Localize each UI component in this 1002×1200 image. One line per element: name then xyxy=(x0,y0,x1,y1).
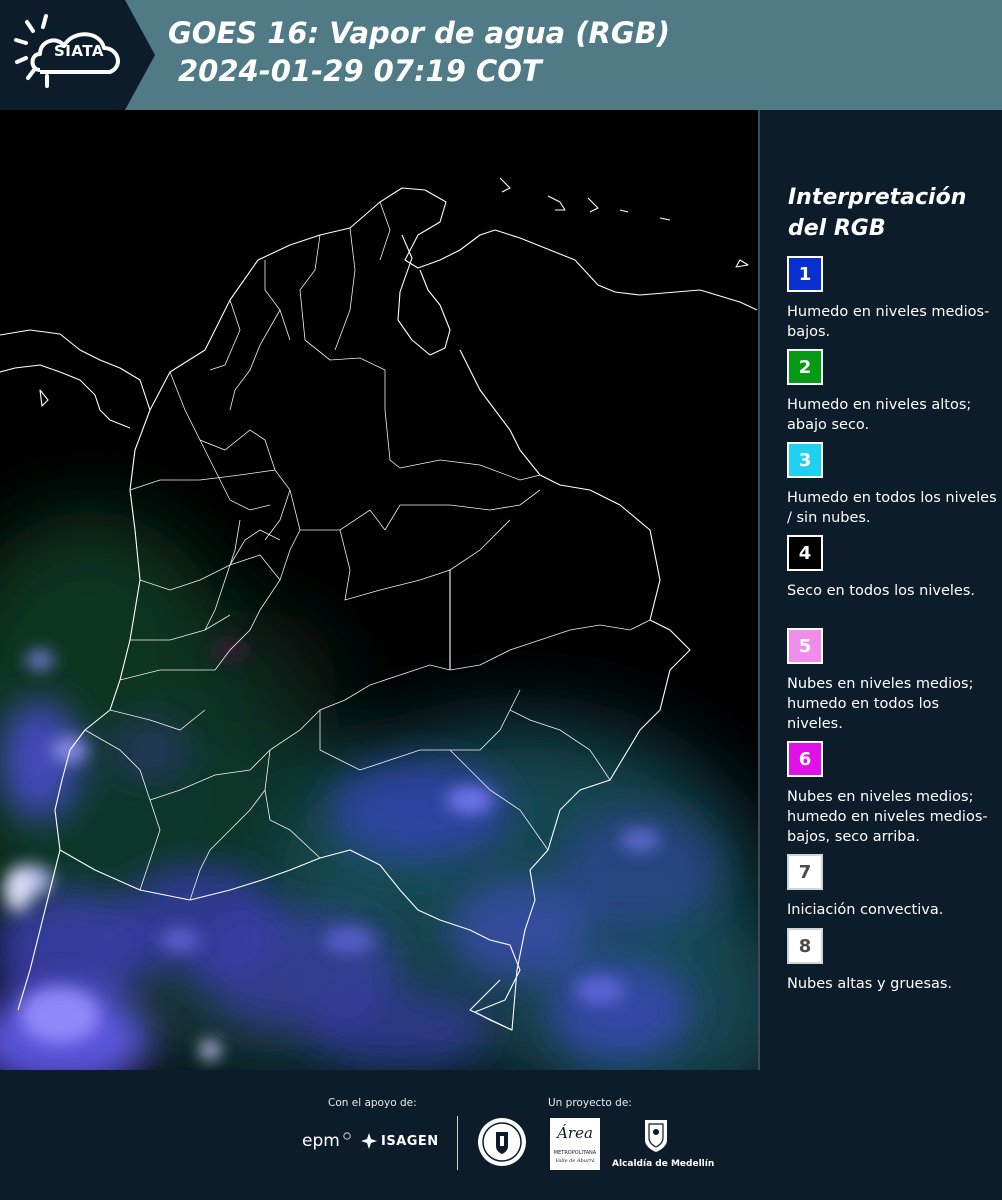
registered-mark-icon xyxy=(343,1132,351,1140)
legend-description: Humedo en todos los niveles / sin nubes. xyxy=(787,490,997,526)
epm-logo: epm xyxy=(302,1131,340,1151)
antioquia-seal-icon xyxy=(478,1118,526,1166)
legend-title: Interpretación del RGB xyxy=(788,185,967,241)
isagen-symbol-icon xyxy=(361,1133,377,1149)
header-bar: SIATA GOES 16: Vapor de agua (RGB) 2024-… xyxy=(0,0,1002,110)
legend-swatch: 4 xyxy=(787,535,823,571)
legend-swatch: 2 xyxy=(787,349,823,385)
legend-item-6: 6 Nubes en niveles medios; humedo en niv… xyxy=(787,741,997,847)
footer-divider xyxy=(457,1116,458,1170)
legend-item-8: 8 Nubes altas y gruesas. xyxy=(787,928,997,994)
legend-item-7: 7 Iniciación convectiva. xyxy=(787,854,997,920)
legend-swatch: 7 xyxy=(787,854,823,890)
legend-swatch: 3 xyxy=(787,442,823,478)
legend-description: Humedo en niveles altos; abajo seco. xyxy=(787,397,972,433)
map-image xyxy=(0,110,758,1070)
title-block: GOES 16: Vapor de agua (RGB) 2024-01-29 … xyxy=(168,14,670,90)
timestamp: 2024-01-29 07:19 COT xyxy=(178,54,542,88)
legend-swatch: 5 xyxy=(787,628,823,664)
legend-description: Nubes en niveles medios; humedo en todos… xyxy=(787,676,974,732)
legend-description: Seco en todos los niveles. xyxy=(787,583,975,599)
legend-description: Humedo en niveles medios-bajos. xyxy=(787,304,990,340)
project-label: Un proyecto de: xyxy=(548,1097,632,1109)
area-logo-subtitle: METROPOLITANA xyxy=(553,1150,597,1156)
legend-item-4: 4 Seco en todos los niveles. xyxy=(787,535,997,601)
legend-swatch: 6 xyxy=(787,741,823,777)
support-label: Con el apoyo de: xyxy=(328,1097,417,1109)
legend-item-5: 5 Nubes en niveles medios; humedo en tod… xyxy=(787,628,997,734)
legend-swatch: 1 xyxy=(787,256,823,292)
legend-panel: Interpretación del RGB 1 Humedo en nivel… xyxy=(770,110,1002,1070)
page-title: GOES 16: Vapor de agua (RGB) xyxy=(168,16,671,50)
siata-logo: SIATA xyxy=(0,0,155,110)
satellite-map[interactable] xyxy=(0,110,758,1070)
legend-item-3: 3 Humedo en todos los niveles / sin nube… xyxy=(787,442,997,528)
legend-description: Nubes en niveles medios; humedo en nivel… xyxy=(787,789,988,845)
siata-logo-text: SIATA xyxy=(53,42,104,60)
legend-item-1: 1 Humedo en niveles medios-bajos. xyxy=(787,256,997,342)
legend-description: Nubes altas y gruesas. xyxy=(787,976,953,992)
legend-swatch: 8 xyxy=(787,928,823,964)
footer: Con el apoyo de: Un proyecto de: epm ISA… xyxy=(0,1070,1002,1200)
isagen-logo: ISAGEN xyxy=(381,1134,439,1149)
legend-description: Iniciación convectiva. xyxy=(787,902,944,918)
map-divider xyxy=(758,110,760,1070)
medellin-logo-text: Alcaldía de Medellín xyxy=(612,1159,715,1169)
area-logo-subtitle2: Valle de Aburrá xyxy=(555,1158,595,1164)
medellin-shield-icon xyxy=(645,1120,667,1152)
legend-item-2: 2 Humedo en niveles altos; abajo seco. xyxy=(787,349,997,435)
area-metropolitana-logo: Área METROPOLITANA Valle de Aburrá xyxy=(550,1118,600,1170)
area-logo-text: Área xyxy=(557,1124,593,1142)
